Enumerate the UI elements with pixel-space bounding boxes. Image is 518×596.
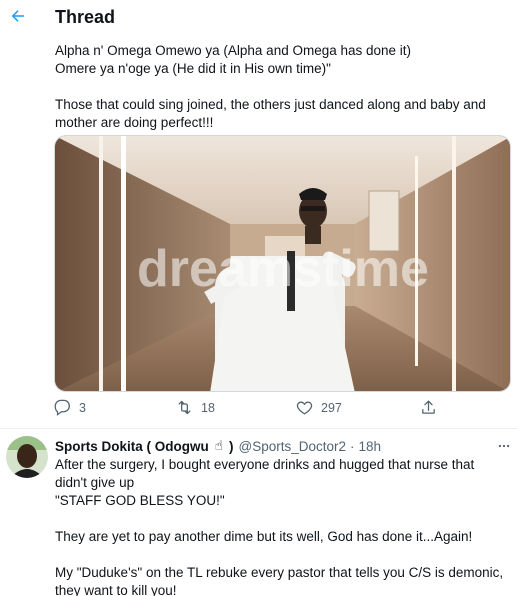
reply-icon <box>54 399 70 416</box>
share-button[interactable] <box>420 399 437 416</box>
image-watermark: dreamstime <box>137 240 429 298</box>
tweet-actions: 3 18 297 <box>54 399 454 421</box>
thread-header: Thread <box>0 0 518 36</box>
tweet-author-line: Sports Dokita ( Odogwu ☝ ) @Sports_Docto… <box>55 437 381 455</box>
pointing-up-emoji-icon: ☝ <box>214 438 223 453</box>
back-button[interactable] <box>6 4 30 28</box>
separator-dot: · <box>349 438 355 454</box>
author-avatar[interactable] <box>6 436 48 478</box>
reply-button[interactable]: 3 <box>54 399 86 416</box>
tweet-line: Alpha n' Omega Omewo ya (Alpha and Omega… <box>55 43 412 58</box>
share-icon <box>422 400 435 414</box>
tweet-line: didn't give up <box>55 475 135 490</box>
more-options-button[interactable] <box>496 437 512 455</box>
reply-count: 3 <box>79 400 86 415</box>
tweet-media-image[interactable]: dreamstime <box>54 135 511 392</box>
author-handle[interactable]: @Sports_Doctor2 <box>238 439 346 454</box>
tweet-line: After the surgery, I bought everyone dri… <box>55 457 475 472</box>
arrow-left-icon <box>11 10 24 22</box>
page-title: Thread <box>55 7 116 27</box>
tweet-line: They are yet to pay another dime but its… <box>55 529 473 544</box>
tweet-line: Those that could sing joined, the others… <box>55 97 486 112</box>
retweet-count: 18 <box>201 400 215 415</box>
tweet-text: Alpha n' Omega Omewo ya (Alpha and Omega… <box>55 42 510 132</box>
retweet-button[interactable]: 18 <box>176 399 215 416</box>
tweet-text: After the surgery, I bought everyone dri… <box>55 456 510 596</box>
avatar-image <box>6 436 48 478</box>
tweet-line: My "Duduke's" on the TL rebuke every pas… <box>55 565 504 580</box>
like-button[interactable]: 297 <box>296 399 342 416</box>
tweet-line: they want to kill you! <box>55 583 177 596</box>
tweet-divider <box>0 428 518 429</box>
retweet-icon <box>178 400 191 415</box>
hallway-photo: dreamstime <box>55 136 510 391</box>
tweet-line: Omere ya n'oge ya (He did it in His own … <box>55 61 331 76</box>
author-name-end: ) <box>228 438 234 454</box>
tweet-line: "STAFF GOD BLESS YOU!" <box>55 493 225 508</box>
author-name[interactable]: Sports Dokita ( Odogwu <box>55 439 209 454</box>
like-count: 297 <box>321 400 342 415</box>
timestamp[interactable]: 18h <box>358 439 381 454</box>
heart-icon <box>296 401 313 415</box>
more-horizontal-icon <box>498 444 510 448</box>
tweet-line: mother are doing perfect!!! <box>55 115 214 130</box>
